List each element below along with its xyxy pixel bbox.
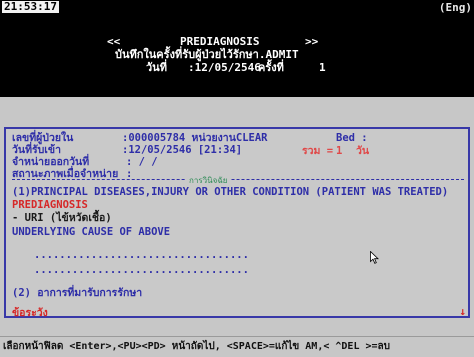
admit-date-value: :12/05/2546 [21:34]	[122, 144, 243, 156]
hn-label: เลขที่ผู้ป่วยใน	[12, 132, 74, 144]
visit-count-label: ครั้งที่	[258, 61, 284, 74]
total-days-unit: วัน	[356, 145, 370, 157]
date-label: วันที่	[146, 61, 167, 74]
header-bar: 21:53:17 (Eng) << PREDIAGNOSIS >> บันทึก…	[0, 0, 474, 97]
prediagnosis-category: PREDIAGNOSIS	[12, 199, 88, 211]
prediagnosis-panel: เลขที่ผู้ป่วยใน :000005784 หน่วยงานCLEAR…	[4, 127, 470, 319]
total-days-label: รวม =	[302, 145, 334, 157]
hn-value: :000005784 หน่วยงานCLEAR	[122, 132, 268, 144]
discharge-date-field[interactable]: : / /	[126, 156, 158, 168]
discharge-date-label: จำหน่ายออกวันที่	[12, 156, 90, 168]
precaution-label: ข้อระวัง	[12, 307, 48, 319]
presenting-symptom-heading: (2) อาการที่มารับการรักษา	[12, 287, 143, 299]
status-bar: เลือกหน้าฟิลด <Enter>,<PU><PD> หน้าถัดไป…	[0, 336, 474, 357]
section-divider	[12, 179, 464, 180]
input-mode-indicator: (Eng)	[438, 1, 472, 14]
principal-diagnosis-field[interactable]: - URI (ไข้หวัดเชื้อ)	[12, 212, 112, 224]
admit-date-label: วันที่รับเข้า	[12, 144, 61, 156]
keyboard-help-text: เลือกหน้าฟิลด <Enter>,<PU><PD> หน้าถัดไป…	[3, 341, 391, 352]
principal-diagnosis-heading: (1)PRINCIPAL DISEASES,INJURY OR OTHER CO…	[12, 186, 449, 198]
clock-display: 21:53:17	[2, 0, 59, 13]
date-value: :12/05/2546	[188, 61, 261, 74]
visit-count-value: 1	[319, 61, 326, 74]
scroll-down-arrow-icon[interactable]: ↓	[459, 305, 466, 318]
mouse-pointer-icon	[370, 249, 379, 268]
underlying-cause-field-1[interactable]: ..................................	[34, 249, 249, 261]
underlying-cause-heading: UNDERLYING CAUSE OF ABOVE	[12, 226, 171, 238]
bed-label: Bed :	[336, 132, 368, 144]
terminal-screen: 21:53:17 (Eng) << PREDIAGNOSIS >> บันทึก…	[0, 0, 474, 357]
next-record-button[interactable]: >>	[305, 36, 318, 48]
total-days-value: 1	[336, 145, 343, 157]
page-title: PREDIAGNOSIS	[180, 35, 260, 48]
previous-record-button[interactable]: <<	[107, 36, 120, 48]
header-separator	[0, 97, 474, 127]
underlying-cause-field-2[interactable]: ..................................	[34, 264, 249, 276]
page-subtitle: บันทึกในครั้งที่รับผู้ป่วยไว้รักษา.ADMIT	[115, 48, 299, 61]
